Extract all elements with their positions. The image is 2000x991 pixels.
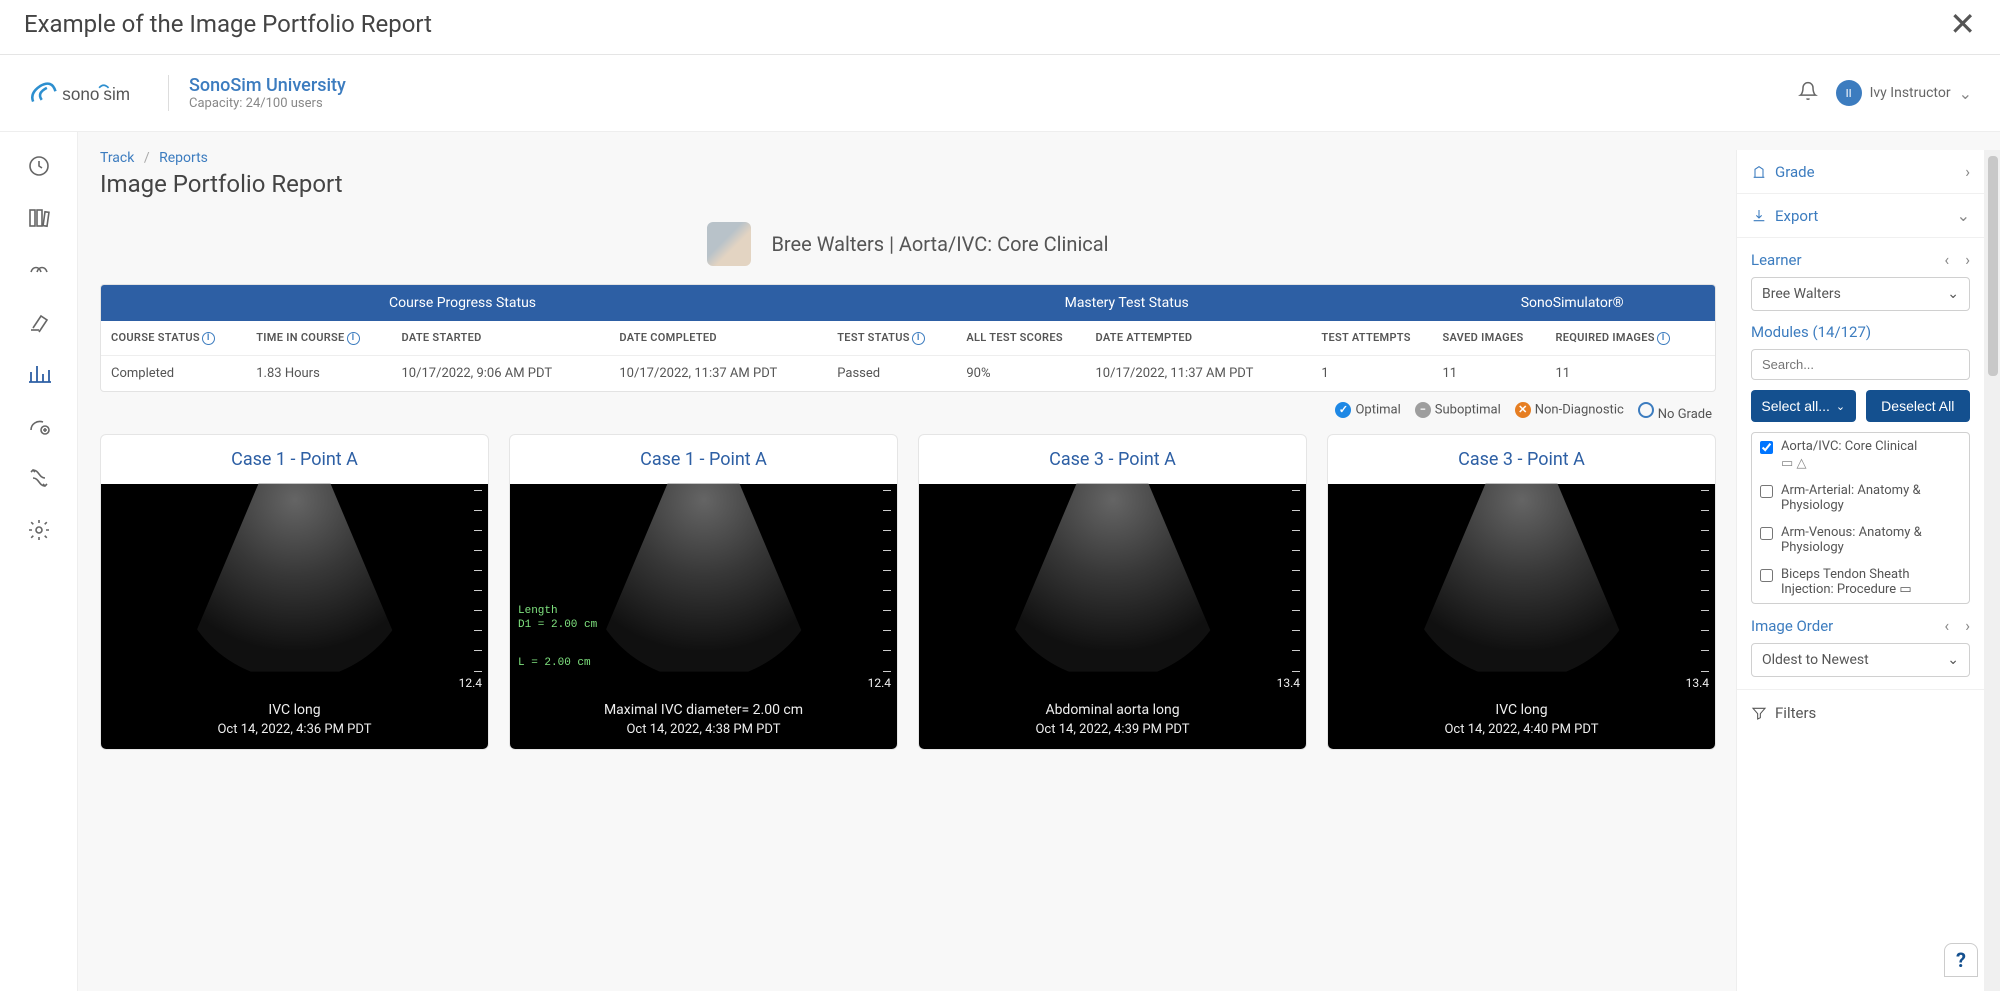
ultrasound-image: LengthD1 = 2.00 cmL = 2.00 cm 12.4 [510,484,897,694]
card-title: Case 3 - Point A [1328,435,1715,484]
nondiagnostic-icon: ✕ [1515,402,1531,418]
export-row[interactable]: Export ⌄ [1737,194,1984,238]
prev-order-icon[interactable]: ‹ [1944,616,1949,635]
card-title: Case 1 - Point A [101,435,488,484]
module-search-input[interactable] [1751,349,1970,380]
ultrasound-image: 12.4 [101,484,488,694]
info-icon[interactable]: i [1657,332,1670,345]
close-icon[interactable]: ✕ [1949,8,1976,40]
header-sonosimulator: SonoSimulator® [1429,285,1715,321]
info-icon[interactable]: i [912,332,925,345]
modules-label: Modules (14/127) [1751,323,1970,341]
breadcrumb-root[interactable]: Track [100,150,134,166]
image-card[interactable]: Case 1 - Point A LengthD1 = 2.00 cmL = 2… [509,434,898,750]
module-item[interactable]: Biliary Tree: Anatomy & [1752,603,1969,604]
card-caption: IVC longOct 14, 2022, 4:40 PM PDT [1328,694,1715,749]
module-checkbox[interactable] [1760,485,1773,498]
suboptimal-icon: − [1415,402,1431,418]
header-mastery-test: Mastery Test Status [824,285,1429,321]
side-panel: Grade › Export ⌄ Learner ‹ › Bree Walters… [1736,150,1984,991]
scrollbar[interactable] [1984,150,2000,991]
module-list[interactable]: Aorta/IVC: Core Clinical▭ △ Arm-Arterial… [1751,432,1970,604]
card-title: Case 1 - Point A [510,435,897,484]
modal-title: Example of the Image Portfolio Report [24,10,432,38]
ultrasound-image: 13.4 [919,484,1306,694]
breadcrumb-current[interactable]: Reports [159,150,208,166]
help-button[interactable]: ? [1944,943,1978,977]
org-capacity: Capacity: 24/100 users [189,96,346,111]
learner-thumbnail [707,222,751,266]
add-icon[interactable] [27,414,51,438]
lamp-icon[interactable] [27,310,51,334]
ultrasound-image: 13.4 [1328,484,1715,694]
side-nav [0,132,78,991]
filter-icon [1751,705,1767,721]
prev-learner-icon[interactable]: ‹ [1944,250,1949,269]
chevron-down-icon: ⌄ [1959,84,1972,103]
next-learner-icon[interactable]: › [1965,250,1970,269]
module-checkbox[interactable] [1760,441,1773,454]
sync-icon[interactable] [27,466,51,490]
chevron-down-icon: ⌄ [1957,206,1970,225]
card-title: Case 3 - Point A [919,435,1306,484]
library-icon[interactable] [27,206,51,230]
image-card[interactable]: Case 3 - Point A 13.4 Abdominal aorta lo… [918,434,1307,750]
deselect-all-button[interactable]: Deselect All [1866,390,1971,422]
page-title: Image Portfolio Report [100,170,1716,198]
gear-icon[interactable] [27,518,51,542]
learner-select[interactable]: Bree Walters⌄ [1751,277,1970,311]
breadcrumb: Track / Reports [100,150,1716,166]
module-item[interactable]: Arm-Venous: Anatomy & Physiology [1752,519,1969,561]
module-item[interactable]: Biceps Tendon Sheath Injection: Procedur… [1752,561,1969,603]
card-caption: Maximal IVC diameter= 2.00 cmOct 14, 202… [510,694,897,749]
image-card[interactable]: Case 1 - Point A 12.4 IVC longOct 14, 20… [100,434,489,750]
image-card[interactable]: Case 3 - Point A 13.4 IVC longOct 14, 20… [1327,434,1716,750]
card-caption: IVC longOct 14, 2022, 4:36 PM PDT [101,694,488,749]
module-checkbox[interactable] [1760,569,1773,582]
nograde-icon [1638,402,1654,418]
filters-row[interactable]: Filters [1737,689,1984,736]
export-icon [1751,208,1767,224]
module-item[interactable]: Aorta/IVC: Core Clinical▭ △ [1752,433,1969,477]
info-icon[interactable]: i [347,332,360,345]
chevron-down-icon: ⌄ [1947,286,1959,302]
image-order-label: Image Order [1751,617,1833,635]
module-checkbox[interactable] [1760,527,1773,540]
module-item[interactable]: Arm-Arterial: Anatomy & Physiology [1752,477,1969,519]
learner-label: Bree Walters | Aorta/IVC: Core Clinical [771,232,1108,256]
info-icon[interactable]: i [202,332,215,345]
grade-icon [1751,164,1767,180]
bell-icon[interactable] [1798,81,1818,105]
chevron-right-icon: › [1965,162,1970,181]
chevron-down-icon: ⌄ [1947,652,1959,668]
grade-row[interactable]: Grade › [1737,150,1984,194]
dashboard-icon[interactable] [27,154,51,178]
header-course-progress: Course Progress Status [101,285,824,321]
learner-section-label: Learner [1751,251,1802,269]
chevron-down-icon: ⌄ [1836,400,1845,413]
avatar: II [1836,80,1862,106]
logo: sonosim [28,73,148,113]
select-all-button[interactable]: Select all... ⌄ [1751,390,1856,422]
hands-icon[interactable] [27,258,51,282]
status-row: Completed 1.83 Hours 10/17/2022, 9:06 AM… [101,356,1715,391]
optimal-icon: ✓ [1335,402,1351,418]
status-table: Course Progress Status Mastery Test Stat… [100,284,1716,392]
svg-text:sono: sono [62,84,99,104]
image-order-select[interactable]: Oldest to Newest⌄ [1751,643,1970,677]
next-order-icon[interactable]: › [1965,616,1970,635]
user-menu[interactable]: II Ivy Instructor ⌄ [1836,80,1972,106]
grade-legend: ✓Optimal −Suboptimal ✕Non-Diagnostic No … [104,402,1712,422]
user-name: Ivy Instructor [1870,85,1951,101]
card-caption: Abdominal aorta longOct 14, 2022, 4:39 P… [919,694,1306,749]
reports-icon[interactable] [27,362,51,386]
org-name[interactable]: SonoSim University [189,75,346,96]
